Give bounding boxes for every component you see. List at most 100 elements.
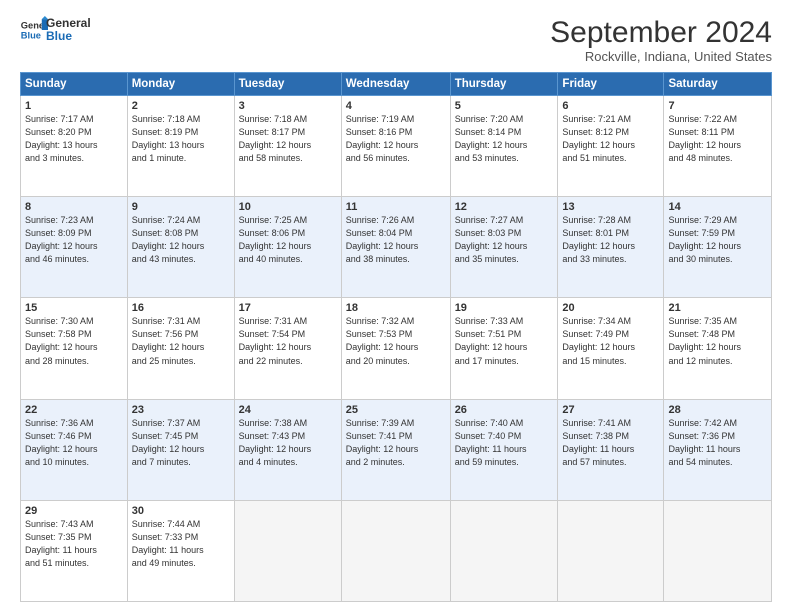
calendar-cell: 18Sunrise: 7:32 AMSunset: 7:53 PMDayligh… [341,298,450,399]
col-header-monday: Monday [127,73,234,96]
cell-line: and 49 minutes. [132,557,230,570]
calendar-cell: 22Sunrise: 7:36 AMSunset: 7:46 PMDayligh… [21,399,128,500]
cell-line: and 33 minutes. [562,253,659,266]
calendar-cell: 29Sunrise: 7:43 AMSunset: 7:35 PMDayligh… [21,500,128,601]
day-number: 4 [346,100,446,112]
cell-line: and 35 minutes. [455,253,554,266]
cell-line: Daylight: 12 hours [455,139,554,152]
cell-line: and 2 minutes. [346,456,446,469]
cell-line: Sunset: 7:33 PM [132,531,230,544]
day-number: 6 [562,100,659,112]
day-number: 10 [239,201,337,213]
calendar-cell: 7Sunrise: 7:22 AMSunset: 8:11 PMDaylight… [664,96,772,197]
calendar-cell [234,500,341,601]
cell-line: Sunset: 7:40 PM [455,430,554,443]
day-number: 23 [132,404,230,416]
cell-content: Sunrise: 7:18 AMSunset: 8:17 PMDaylight:… [239,113,337,165]
cell-line: and 48 minutes. [668,152,767,165]
cell-content: Sunrise: 7:39 AMSunset: 7:41 PMDaylight:… [346,417,446,469]
cell-line: and 28 minutes. [25,355,123,368]
cell-line: and 51 minutes. [562,152,659,165]
day-number: 14 [668,201,767,213]
day-number: 21 [668,302,767,314]
cell-line: Sunset: 8:09 PM [25,227,123,240]
cell-content: Sunrise: 7:29 AMSunset: 7:59 PMDaylight:… [668,214,767,266]
day-number: 27 [562,404,659,416]
title-block: September 2024 Rockville, Indiana, Unite… [550,16,772,64]
cell-line: and 3 minutes. [25,152,123,165]
cell-line: Sunset: 7:46 PM [25,430,123,443]
cell-content: Sunrise: 7:17 AMSunset: 8:20 PMDaylight:… [25,113,123,165]
calendar-cell: 28Sunrise: 7:42 AMSunset: 7:36 PMDayligh… [664,399,772,500]
cell-content: Sunrise: 7:28 AMSunset: 8:01 PMDaylight:… [562,214,659,266]
cell-line: Sunset: 8:12 PM [562,126,659,139]
day-number: 29 [25,505,123,517]
cell-content: Sunrise: 7:19 AMSunset: 8:16 PMDaylight:… [346,113,446,165]
cell-content: Sunrise: 7:22 AMSunset: 8:11 PMDaylight:… [668,113,767,165]
cell-line: Sunset: 8:16 PM [346,126,446,139]
cell-line: Sunset: 8:01 PM [562,227,659,240]
cell-line: Daylight: 12 hours [562,341,659,354]
cell-line: and 30 minutes. [668,253,767,266]
calendar-cell: 21Sunrise: 7:35 AMSunset: 7:48 PMDayligh… [664,298,772,399]
cell-line: Sunrise: 7:19 AM [346,113,446,126]
calendar-cell: 2Sunrise: 7:18 AMSunset: 8:19 PMDaylight… [127,96,234,197]
cell-line: Sunset: 7:35 PM [25,531,123,544]
calendar-cell [558,500,664,601]
cell-line: Sunrise: 7:41 AM [562,417,659,430]
cell-content: Sunrise: 7:18 AMSunset: 8:19 PMDaylight:… [132,113,230,165]
cell-line: Sunrise: 7:30 AM [25,315,123,328]
cell-content: Sunrise: 7:41 AMSunset: 7:38 PMDaylight:… [562,417,659,469]
calendar-cell: 24Sunrise: 7:38 AMSunset: 7:43 PMDayligh… [234,399,341,500]
cell-line: Daylight: 12 hours [25,240,123,253]
cell-line: Daylight: 12 hours [239,341,337,354]
day-number: 13 [562,201,659,213]
cell-line: Daylight: 12 hours [668,240,767,253]
cell-line: Daylight: 12 hours [455,240,554,253]
cell-line: Sunset: 8:04 PM [346,227,446,240]
cell-line: Daylight: 11 hours [25,544,123,557]
cell-line: Sunset: 8:11 PM [668,126,767,139]
col-header-thursday: Thursday [450,73,558,96]
day-number: 25 [346,404,446,416]
day-number: 30 [132,505,230,517]
cell-line: Sunset: 8:19 PM [132,126,230,139]
day-number: 20 [562,302,659,314]
calendar-cell: 25Sunrise: 7:39 AMSunset: 7:41 PMDayligh… [341,399,450,500]
day-number: 2 [132,100,230,112]
cell-line: Daylight: 12 hours [239,240,337,253]
cell-line: and 22 minutes. [239,355,337,368]
cell-line: and 43 minutes. [132,253,230,266]
calendar-cell: 27Sunrise: 7:41 AMSunset: 7:38 PMDayligh… [558,399,664,500]
cell-line: Sunrise: 7:42 AM [668,417,767,430]
svg-text:Blue: Blue [21,31,41,41]
cell-content: Sunrise: 7:37 AMSunset: 7:45 PMDaylight:… [132,417,230,469]
cell-line: and 58 minutes. [239,152,337,165]
calendar-cell: 4Sunrise: 7:19 AMSunset: 8:16 PMDaylight… [341,96,450,197]
cell-line: Daylight: 12 hours [455,341,554,354]
col-header-wednesday: Wednesday [341,73,450,96]
calendar-cell: 17Sunrise: 7:31 AMSunset: 7:54 PMDayligh… [234,298,341,399]
cell-line: Sunrise: 7:35 AM [668,315,767,328]
cell-line: and 38 minutes. [346,253,446,266]
cell-line: and 15 minutes. [562,355,659,368]
day-number: 1 [25,100,123,112]
cell-line: Sunset: 7:49 PM [562,328,659,341]
col-header-sunday: Sunday [21,73,128,96]
cell-line: Sunset: 7:56 PM [132,328,230,341]
cell-content: Sunrise: 7:44 AMSunset: 7:33 PMDaylight:… [132,518,230,570]
calendar-cell: 19Sunrise: 7:33 AMSunset: 7:51 PMDayligh… [450,298,558,399]
cell-line: and 56 minutes. [346,152,446,165]
cell-line: Daylight: 11 hours [455,443,554,456]
cell-line: and 12 minutes. [668,355,767,368]
calendar-cell: 23Sunrise: 7:37 AMSunset: 7:45 PMDayligh… [127,399,234,500]
cell-line: Sunset: 7:36 PM [668,430,767,443]
cell-line: and 53 minutes. [455,152,554,165]
cell-line: Daylight: 11 hours [668,443,767,456]
day-number: 11 [346,201,446,213]
cell-line: Daylight: 12 hours [239,443,337,456]
cell-line: Daylight: 12 hours [668,139,767,152]
col-header-friday: Friday [558,73,664,96]
calendar-cell: 13Sunrise: 7:28 AMSunset: 8:01 PMDayligh… [558,197,664,298]
calendar-table: SundayMondayTuesdayWednesdayThursdayFrid… [20,72,772,602]
